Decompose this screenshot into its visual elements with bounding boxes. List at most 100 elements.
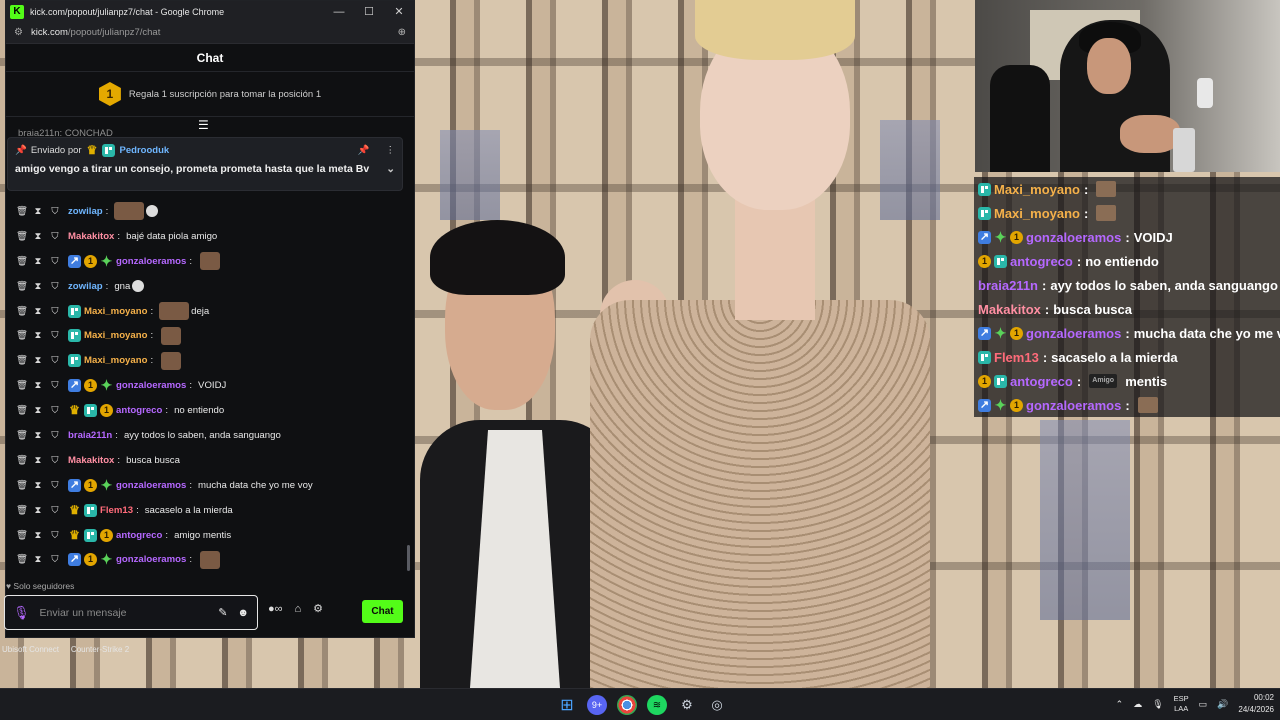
chat-message[interactable]: 🗑 ⧗ ⛉ antogreco: amigo mentis	[0, 523, 408, 548]
ban-icon[interactable]: ⛉	[50, 355, 60, 366]
ban-icon[interactable]: ⛉	[50, 405, 60, 416]
emoji-icon[interactable]: ☻	[237, 607, 249, 619]
microphone-icon[interactable]: 🎙	[13, 605, 30, 621]
delete-icon[interactable]: 🗑	[16, 281, 28, 292]
chat-message[interactable]: 🗑 ⧗ ⛉ Flem13: sacaselo a la mierda	[0, 498, 408, 523]
ban-icon[interactable]: ⛉	[50, 505, 60, 516]
timeout-icon[interactable]: ⧗	[33, 231, 43, 242]
delete-icon[interactable]: 🗑	[16, 505, 28, 516]
timeout-icon[interactable]: ⧗	[33, 330, 43, 341]
timeout-icon[interactable]: ⧗	[33, 405, 43, 416]
sub-goal-banner[interactable]: 1 Regala 1 suscripción para tomar la pos…	[6, 72, 414, 117]
chat-message[interactable]: 🗑 ⧗ ⛉ braia211n: ayy todos lo saben, anda sa…	[0, 423, 408, 448]
chat-message[interactable]: 🗑 ⧗ ⛉ gonzaloeramos:	[0, 547, 408, 572]
chat-message[interactable]: 🗑 ⧗ ⛉ gonzaloeramos: VOIDJ	[0, 373, 408, 398]
send-chat-button[interactable]: Chat	[362, 600, 403, 623]
chrome-icon[interactable]	[617, 695, 637, 715]
chat-message[interactable]: 🗑 ⧗ ⛉ Maxi_moyano:	[0, 323, 408, 348]
delete-icon[interactable]: 🗑	[16, 231, 28, 242]
timeout-icon[interactable]: ⧗	[33, 306, 43, 317]
maximize-button[interactable]: ☐	[354, 1, 384, 22]
ban-icon[interactable]: ⛉	[50, 256, 60, 267]
ban-icon[interactable]: ⛉	[50, 281, 60, 292]
app-icon[interactable]: ◎	[705, 693, 729, 717]
windows-start-icon[interactable]: ⊞	[555, 693, 579, 717]
desktop-item-cs2[interactable]: Counter-Strike 2	[71, 645, 129, 654]
desktop-item-ubisoft[interactable]: Ubisoft Connect	[2, 645, 59, 654]
settings-icon[interactable]: ⚙	[313, 602, 323, 615]
minimize-button[interactable]: —	[324, 1, 354, 22]
chat-username[interactable]: antogreco	[116, 530, 162, 541]
chevron-up-icon[interactable]: ⌃	[1116, 699, 1124, 710]
pinned-user[interactable]: Pedrooduk	[120, 145, 170, 156]
more-options-icon[interactable]: ⋮	[386, 145, 396, 156]
close-button[interactable]: ✕	[384, 1, 414, 22]
discord-icon[interactable]: 9+	[587, 695, 607, 715]
clock[interactable]: 00:02 24/4/2026	[1238, 692, 1274, 716]
delete-icon[interactable]: 🗑	[16, 455, 28, 466]
pinned-message[interactable]: 📌 Enviado por Pedrooduk 📌 ⋮ amigo vengo …	[7, 137, 403, 191]
chat-username[interactable]: gonzaloeramos	[116, 256, 186, 267]
timeout-icon[interactable]: ⧗	[33, 554, 43, 565]
delete-icon[interactable]: 🗑	[16, 206, 28, 217]
delete-icon[interactable]: 🗑	[16, 330, 28, 341]
ban-icon[interactable]: ⛉	[50, 306, 60, 317]
zoom-icon[interactable]: ⊕	[398, 27, 406, 38]
address-bar[interactable]: ⚙ kick.com /popout/julianpz7/chat ⊕	[6, 22, 414, 44]
ban-icon[interactable]: ⛉	[50, 530, 60, 541]
timeout-icon[interactable]: ⧗	[33, 530, 43, 541]
chat-input-bar[interactable]: 🎙 ✎ ☻	[4, 595, 258, 630]
volume-icon[interactable]: 🔊	[1217, 699, 1228, 710]
delete-icon[interactable]: 🗑	[16, 380, 28, 391]
timeout-icon[interactable]: ⧗	[33, 455, 43, 466]
timeout-icon[interactable]: ⧗	[33, 505, 43, 516]
delete-icon[interactable]: 🗑	[16, 256, 28, 267]
timeout-icon[interactable]: ⧗	[33, 355, 43, 366]
chat-message[interactable]: 🗑 ⧗ ⛉ Maxi_moyano: deja	[0, 299, 408, 324]
scrollbar[interactable]	[407, 545, 410, 571]
site-settings-icon[interactable]: ⚙	[14, 27, 23, 38]
chat-message[interactable]: 🗑 ⧗ ⛉ Maxi_moyano:	[0, 348, 408, 373]
timeout-icon[interactable]: ⧗	[33, 430, 43, 441]
unpin-icon[interactable]: 📌	[358, 145, 370, 156]
delete-icon[interactable]: 🗑	[16, 530, 28, 541]
steam-icon[interactable]: ⚙	[675, 693, 699, 717]
mic-tray-icon[interactable]: 🎙	[1152, 699, 1163, 710]
chat-message[interactable]: 🗑 ⧗ ⛉ Makakitox: busca busca	[0, 448, 408, 473]
timeout-icon[interactable]: ⧗	[33, 281, 43, 292]
chat-message[interactable]: 🗑 ⧗ ⛉ antogreco: no entiendo	[0, 398, 408, 423]
delete-icon[interactable]: 🗑	[16, 306, 28, 317]
chat-message[interactable]: 🗑 ⧗ ⛉ gonzaloeramos:	[0, 249, 408, 274]
ban-icon[interactable]: ⛉	[50, 430, 60, 441]
cloud-icon[interactable]: ☁	[1133, 699, 1142, 710]
ban-icon[interactable]: ⛉	[50, 554, 60, 565]
timeout-icon[interactable]: ⧗	[33, 380, 43, 391]
chat-username[interactable]: Maxi_moyano	[84, 355, 147, 366]
delete-icon[interactable]: 🗑	[16, 554, 28, 565]
kick-points-icon[interactable]: ●∞	[268, 603, 283, 615]
timeout-icon[interactable]: ⧗	[33, 256, 43, 267]
chevron-down-icon[interactable]: ⌄	[386, 163, 395, 175]
chat-message[interactable]: 🗑 ⧗ ⛉ zowilap: gna	[0, 274, 408, 299]
network-icon[interactable]: ▭	[1199, 699, 1208, 710]
ban-icon[interactable]: ⛉	[50, 480, 60, 491]
ban-icon[interactable]: ⛉	[50, 455, 60, 466]
translate-icon[interactable]: ✎	[218, 606, 227, 619]
chat-username[interactable]: braia211n	[68, 430, 112, 441]
chat-message[interactable]: 🗑 ⧗ ⛉ gonzaloeramos: mucha data che yo me vo…	[0, 473, 408, 498]
chat-message[interactable]: 🗑 ⧗ ⛉ zowilap:	[0, 199, 408, 224]
spotify-icon[interactable]: ≋	[647, 695, 667, 715]
chat-username[interactable]: zowilap	[68, 281, 103, 292]
chat-username[interactable]: antogreco	[116, 405, 162, 416]
chat-username[interactable]: gonzaloeramos	[116, 480, 186, 491]
chat-username[interactable]: gonzaloeramos	[116, 554, 186, 565]
chat-username[interactable]: zowilap	[68, 206, 103, 217]
delete-icon[interactable]: 🗑	[16, 405, 28, 416]
chat-username[interactable]: gonzaloeramos	[116, 380, 186, 391]
store-icon[interactable]: ⌂	[295, 603, 302, 615]
language-indicator[interactable]: ESP LAA	[1174, 694, 1189, 714]
filter-icon[interactable]: ☰	[198, 118, 209, 132]
ban-icon[interactable]: ⛉	[50, 330, 60, 341]
delete-icon[interactable]: 🗑	[16, 480, 28, 491]
chat-input[interactable]	[39, 606, 209, 619]
